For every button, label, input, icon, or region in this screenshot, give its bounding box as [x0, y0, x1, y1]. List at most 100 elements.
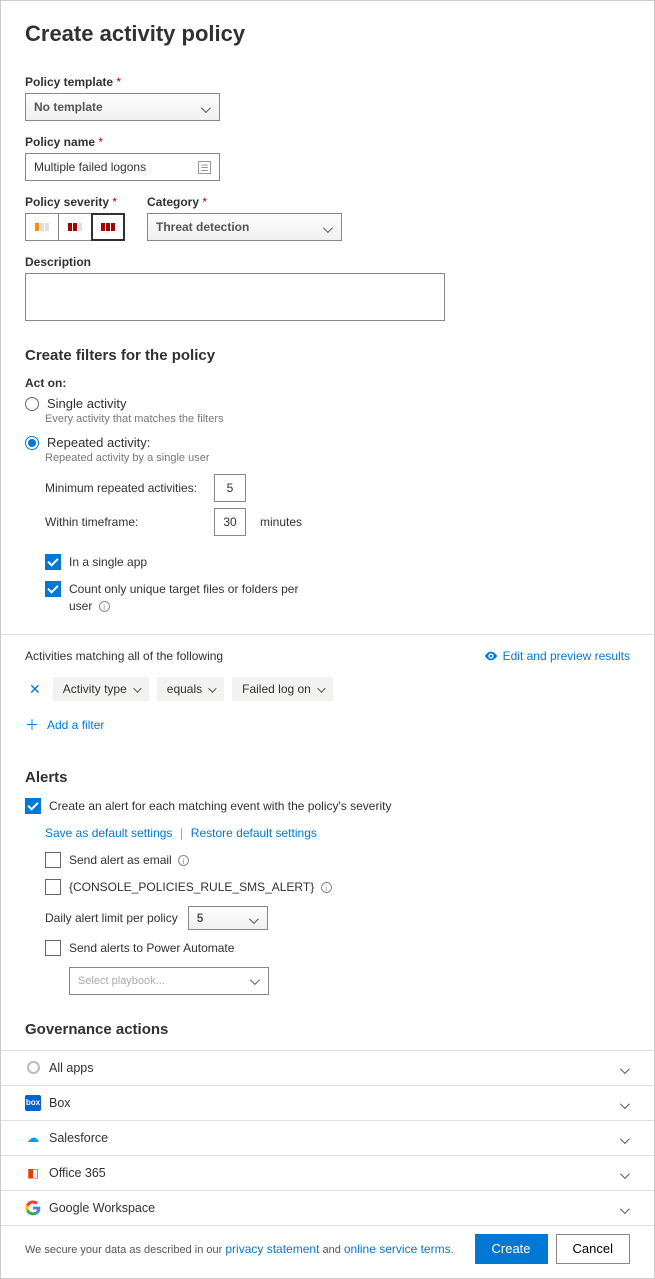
- playbook-placeholder: Select playbook...: [78, 975, 165, 987]
- single-app-checkbox[interactable]: [45, 554, 61, 570]
- activities-matching-label: Activities matching all of the following: [25, 649, 223, 663]
- box-icon: box: [25, 1095, 41, 1111]
- min-activities-input[interactable]: 5: [214, 474, 246, 502]
- remove-filter-button[interactable]: ✕: [25, 681, 45, 698]
- unique-files-checkbox[interactable]: [45, 581, 61, 597]
- gov-item-label: Google Workspace: [49, 1201, 155, 1215]
- allapps-icon: [25, 1060, 41, 1076]
- gov-item-label: All apps: [49, 1061, 93, 1075]
- filter-op-dropdown[interactable]: equals: [157, 677, 224, 701]
- policy-severity-label: Policy severity: [25, 195, 125, 209]
- create-alert-label: Create an alert for each matching event …: [49, 798, 391, 815]
- send-email-checkbox[interactable]: [45, 852, 61, 868]
- daily-limit-value: 5: [197, 911, 204, 925]
- governance-section-title: Governance actions: [25, 1021, 630, 1038]
- google-icon: [25, 1200, 41, 1216]
- alerts-section-title: Alerts: [25, 769, 630, 786]
- send-sms-label: {CONSOLE_POLICIES_RULE_SMS_ALERT} i: [69, 879, 332, 896]
- privacy-link[interactable]: privacy statement: [225, 1242, 319, 1256]
- single-app-label: In a single app: [69, 554, 147, 571]
- gov-item-label: Office 365: [49, 1166, 106, 1180]
- description-textarea[interactable]: [25, 273, 445, 321]
- act-on-label: Act on:: [25, 376, 630, 390]
- gov-item-allapps[interactable]: All apps: [1, 1050, 654, 1085]
- description-label: Description: [25, 255, 630, 269]
- filters-section-title: Create filters for the policy: [25, 347, 630, 364]
- filter-field-dropdown[interactable]: Activity type: [53, 677, 149, 701]
- restore-default-link[interactable]: Restore default settings: [191, 826, 317, 840]
- repeated-activity-label: Repeated activity:: [47, 435, 150, 450]
- playbook-dropdown[interactable]: Select playbook...: [69, 967, 269, 995]
- single-activity-label: Single activity: [47, 396, 126, 411]
- edit-preview-text: Edit and preview results: [503, 649, 630, 663]
- office365-icon: ◧: [25, 1165, 41, 1181]
- power-automate-checkbox[interactable]: [45, 940, 61, 956]
- chevron-down-icon: [620, 1168, 630, 1178]
- repeated-activity-sub: Repeated activity by a single user: [45, 452, 630, 464]
- chevron-down-icon: [201, 102, 211, 112]
- send-sms-checkbox[interactable]: [45, 879, 61, 895]
- chevron-down-icon: [250, 976, 260, 986]
- chevron-down-icon: [249, 913, 259, 923]
- info-icon[interactable]: i: [178, 855, 189, 866]
- separator: |: [180, 826, 183, 840]
- create-alert-checkbox[interactable]: [25, 798, 41, 814]
- gov-item-salesforce[interactable]: ☁ Salesforce: [1, 1120, 654, 1155]
- gov-item-office365[interactable]: ◧ Office 365: [1, 1155, 654, 1190]
- filter-op-value: equals: [167, 682, 202, 696]
- edit-preview-link[interactable]: Edit and preview results: [484, 649, 630, 663]
- page-title: Create activity policy: [25, 21, 630, 47]
- severity-buttongroup: [25, 213, 125, 241]
- gov-item-box[interactable]: box Box: [1, 1085, 654, 1120]
- chevron-down-icon: [208, 682, 214, 696]
- category-value: Threat detection: [156, 220, 249, 234]
- severity-high-button[interactable]: [91, 213, 125, 241]
- gov-item-label: Salesforce: [49, 1131, 108, 1145]
- info-icon[interactable]: i: [99, 601, 110, 612]
- policy-name-value: Multiple failed logons: [34, 160, 146, 174]
- severity-med-button[interactable]: [58, 213, 92, 241]
- create-button[interactable]: Create: [475, 1234, 548, 1264]
- filter-field-value: Activity type: [63, 682, 127, 696]
- add-filter-button[interactable]: ＋ Add a filter: [25, 715, 630, 735]
- within-timeframe-label: Within timeframe:: [45, 515, 200, 529]
- chevron-down-icon: [620, 1098, 630, 1108]
- daily-limit-label: Daily alert limit per policy: [45, 911, 178, 925]
- policy-template-dropdown[interactable]: No template: [25, 93, 220, 121]
- within-timeframe-value: 30: [223, 515, 236, 529]
- add-filter-label: Add a filter: [47, 718, 104, 732]
- daily-limit-dropdown[interactable]: 5: [188, 906, 268, 930]
- save-default-link[interactable]: Save as default settings: [45, 826, 172, 840]
- single-activity-sub: Every activity that matches the filters: [45, 413, 630, 425]
- terms-link[interactable]: online service terms: [344, 1242, 451, 1256]
- filter-value-dropdown[interactable]: Failed log on: [232, 677, 333, 701]
- policy-name-input[interactable]: Multiple failed logons ☰: [25, 153, 220, 181]
- within-timeframe-input[interactable]: 30: [214, 508, 246, 536]
- policy-name-label: Policy name: [25, 135, 630, 149]
- min-activities-label: Minimum repeated activities:: [45, 481, 200, 495]
- salesforce-icon: ☁: [25, 1130, 41, 1146]
- chevron-down-icon: [133, 682, 139, 696]
- chevron-down-icon: [620, 1063, 630, 1073]
- category-dropdown[interactable]: Threat detection: [147, 213, 342, 241]
- severity-low-button[interactable]: [25, 213, 59, 241]
- repeated-activity-radio[interactable]: [25, 436, 39, 450]
- within-timeframe-unit: minutes: [260, 515, 302, 529]
- min-activities-value: 5: [227, 481, 234, 495]
- cancel-button[interactable]: Cancel: [556, 1234, 630, 1264]
- gov-item-label: Box: [49, 1096, 71, 1110]
- plus-icon: ＋: [25, 715, 39, 735]
- policy-template-label: Policy template: [25, 75, 630, 89]
- unique-files-label: Count only unique target files or folder…: [69, 581, 299, 615]
- chevron-down-icon: [620, 1203, 630, 1213]
- policy-template-value: No template: [34, 100, 103, 114]
- info-icon[interactable]: i: [321, 882, 332, 893]
- eye-icon: [484, 649, 498, 663]
- single-activity-radio[interactable]: [25, 397, 39, 411]
- chevron-down-icon: [317, 682, 323, 696]
- chevron-down-icon: [620, 1133, 630, 1143]
- filter-value-text: Failed log on: [242, 682, 311, 696]
- gov-item-google[interactable]: Google Workspace: [1, 1190, 654, 1226]
- send-email-label: Send alert as email i: [69, 852, 189, 869]
- chevron-down-icon: [323, 222, 333, 232]
